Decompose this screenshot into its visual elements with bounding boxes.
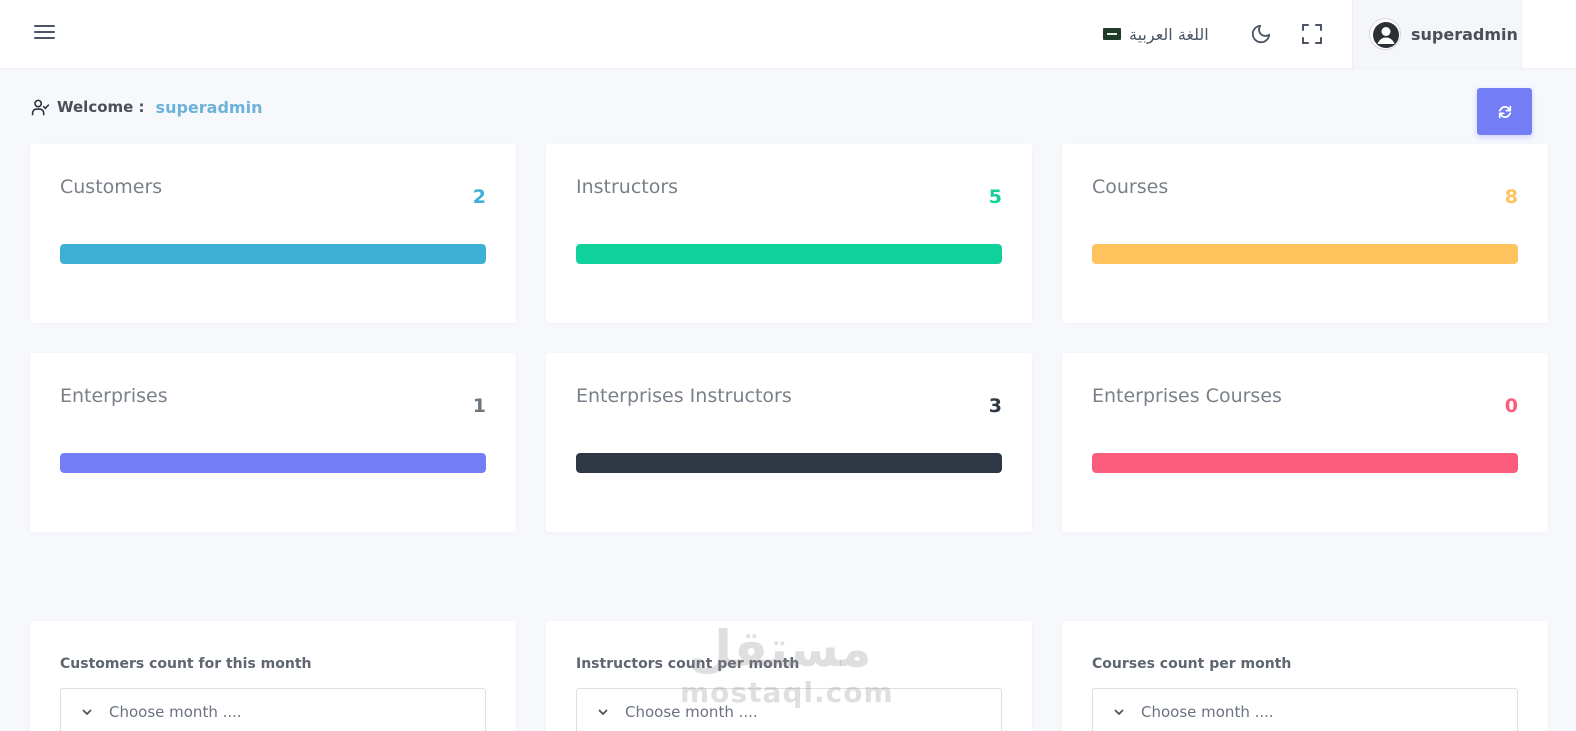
user-name: superadmin	[1411, 24, 1518, 44]
month-select-placeholder: Choose month ....	[1141, 703, 1274, 721]
stat-progress-bar	[576, 453, 1002, 473]
month-card-title: Customers count for this month	[60, 656, 312, 672]
stat-progress-fill	[576, 453, 1002, 473]
stat-card: Customers 2	[30, 144, 516, 323]
stat-card-title: Instructors	[576, 176, 679, 198]
month-card-title: Courses count per month	[1092, 656, 1292, 672]
stat-progress-fill	[1092, 244, 1518, 264]
month-chart-card: Courses count per month Choose month ....	[1062, 621, 1548, 731]
stat-progress-fill	[1092, 453, 1518, 473]
welcome-user: superadmin	[155, 97, 263, 117]
stat-progress-bar	[1092, 244, 1518, 264]
user-menu[interactable]: superadmin	[1352, 0, 1522, 68]
stat-card-count: 3	[988, 395, 1002, 417]
stat-card: Enterprises Courses 0	[1062, 353, 1548, 532]
chevron-down-icon	[1114, 709, 1124, 715]
stat-card-title: Enterprises Courses	[1092, 385, 1282, 407]
stat-card-title: Enterprises	[60, 385, 168, 407]
month-select-placeholder: Choose month ....	[109, 703, 242, 721]
stat-card-count: 1	[472, 395, 486, 417]
stat-card-title: Customers	[60, 176, 163, 198]
language-label: اللغة العربية	[1129, 24, 1209, 44]
stat-card: Enterprises 1	[30, 353, 516, 532]
month-card-title: Instructors count per month	[576, 656, 800, 672]
welcome-line: Welcome : superadmin	[31, 96, 262, 118]
stat-card: Instructors 5	[546, 144, 1032, 323]
stat-progress-bar	[576, 244, 1002, 264]
language-switcher[interactable]: اللغة العربية	[1103, 22, 1209, 46]
saudi-flag-icon	[1103, 28, 1121, 40]
stat-progress-bar	[60, 244, 486, 264]
month-select[interactable]: Choose month ....	[1092, 688, 1518, 731]
hamburger-icon[interactable]	[34, 25, 55, 41]
user-check-icon	[31, 99, 50, 115]
stat-progress-fill	[60, 453, 486, 473]
stat-card-count: 0	[1504, 395, 1518, 417]
user-avatar-icon	[1369, 18, 1401, 50]
stat-card-count: 2	[472, 186, 486, 208]
moon-icon[interactable]	[1250, 23, 1272, 45]
stat-progress-fill	[60, 244, 486, 264]
month-select-placeholder: Choose month ....	[625, 703, 758, 721]
month-select[interactable]: Choose month ....	[576, 688, 1002, 731]
welcome-label: Welcome :	[57, 98, 145, 116]
stat-progress-fill	[576, 244, 1002, 264]
stat-card: Enterprises Instructors 3	[546, 353, 1032, 532]
stat-progress-bar	[1092, 453, 1518, 473]
month-chart-card: Customers count for this month Choose mon…	[30, 621, 516, 731]
refresh-icon	[1498, 105, 1511, 118]
top-navbar: اللغة العربية superadmin	[0, 0, 1576, 68]
stat-card-count: 5	[988, 186, 1002, 208]
month-chart-card: Instructors count per month Choose month …	[546, 621, 1032, 731]
stat-card-title: Enterprises Instructors	[576, 385, 792, 407]
stat-card-title: Courses	[1092, 176, 1169, 198]
stat-card-count: 8	[1504, 186, 1518, 208]
refresh-button[interactable]	[1477, 88, 1532, 135]
fullscreen-icon[interactable]	[1302, 24, 1322, 44]
stat-progress-bar	[60, 453, 486, 473]
stat-card: Courses 8	[1062, 144, 1548, 323]
chevron-down-icon	[82, 709, 92, 715]
month-select[interactable]: Choose month ....	[60, 688, 486, 731]
chevron-down-icon	[598, 709, 608, 715]
